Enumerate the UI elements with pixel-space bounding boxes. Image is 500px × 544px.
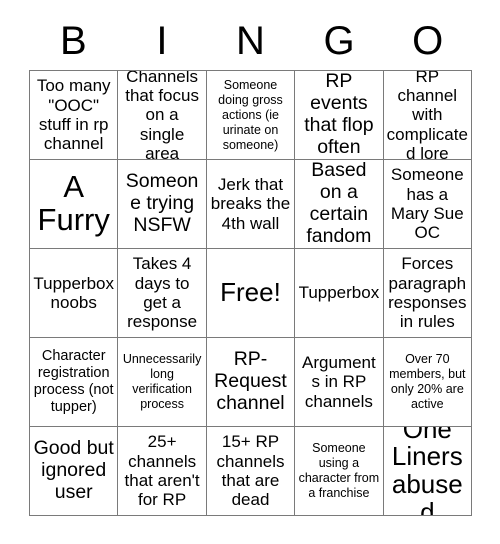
bingo-cell-label: Free! <box>220 277 281 308</box>
bingo-cell[interactable]: Channels that focus on a single area <box>118 71 207 160</box>
bingo-cell[interactable]: A Furry <box>30 160 119 249</box>
header-letter-g: G <box>323 19 355 63</box>
bingo-cell[interactable]: Jerk that breaks the 4th wall <box>206 160 296 249</box>
bingo-cell-label: Character registration process (not tupp… <box>33 348 114 415</box>
bingo-cell[interactable]: Someone doing gross actions (ie urinate … <box>206 71 296 160</box>
header-letter-i: I <box>156 19 168 63</box>
bingo-cell[interactable]: RP-Request channel <box>206 338 296 427</box>
bingo-cell-label: RP channel with complicated lore <box>386 71 468 160</box>
bingo-cell[interactable]: Someone using a character from a franchi… <box>295 427 384 516</box>
bingo-free-space[interactable]: Free! <box>206 249 296 338</box>
bingo-cell-label: Someone using a character from a franchi… <box>298 441 380 500</box>
bingo-cell-label: Over 70 members, but only 20% are active <box>389 352 466 411</box>
bingo-cell-label: RP-Request channel <box>214 348 287 414</box>
bingo-cell[interactable]: Character registration process (not tupp… <box>30 338 119 427</box>
bingo-cell-label: Forces paragraph responses in rules <box>388 254 467 332</box>
bingo-cell[interactable]: RP events that flop often <box>295 71 384 160</box>
bingo-cell-label: 25+ channels that aren't for RP <box>124 432 200 510</box>
bingo-cell[interactable]: 15+ RP channels that are dead <box>206 427 296 516</box>
bingo-cell[interactable]: 25+ channels that aren't for RP <box>118 427 207 516</box>
bingo-cell-label: Based on a certain fandom <box>306 160 372 247</box>
bingo-cell[interactable]: One Liners abused <box>383 427 472 516</box>
bingo-card: B I N G O Too many "OOC" stuff in rp cha… <box>29 0 472 516</box>
bingo-cell[interactable]: Tupperbox noobs <box>30 249 119 338</box>
bingo-cell[interactable]: Someone trying NSFW <box>118 160 207 249</box>
bingo-cell-label: Channels that focus on a single area <box>125 71 199 160</box>
bingo-header-row: B I N G O <box>29 0 472 70</box>
bingo-cell[interactable]: Too many "OOC" stuff in rp channel <box>30 71 119 160</box>
bingo-cell[interactable]: Forces paragraph responses in rules <box>383 249 472 338</box>
bingo-cell[interactable]: Good but ignored user <box>30 427 119 516</box>
bingo-cell[interactable]: RP channel with complicated lore <box>383 71 472 160</box>
bingo-cell-label: Arguments in RP channels <box>302 352 376 411</box>
header-letter-n: N <box>236 19 265 63</box>
header-letter-b: B <box>59 19 87 63</box>
bingo-cell[interactable]: Over 70 members, but only 20% are active <box>383 338 472 427</box>
bingo-cell[interactable]: Arguments in RP channels <box>295 338 384 427</box>
bingo-cell[interactable]: Unnecessarily long verification process <box>118 338 207 427</box>
bingo-cell-label: Someone doing gross actions (ie urinate … <box>218 77 283 152</box>
bingo-cell-label: Someone has a Mary Sue OC <box>390 165 464 243</box>
bingo-cell[interactable]: Takes 4 days to get a response <box>118 249 207 338</box>
bingo-cell-label: Tupperbox noobs <box>33 273 115 312</box>
bingo-cell-label: Takes 4 days to get a response <box>127 254 198 332</box>
bingo-cell-label: Tupperbox <box>298 283 380 303</box>
bingo-cell-label: Too many "OOC" stuff in rp channel <box>36 76 111 154</box>
bingo-cell[interactable]: Tupperbox <box>295 249 384 338</box>
bingo-cell-label: One Liners abused <box>391 427 463 516</box>
bingo-cell-label: 15+ RP channels that are dead <box>216 432 285 510</box>
bingo-cell-label: Good but ignored user <box>33 437 114 503</box>
bingo-cell-label: Unnecessarily long verification process <box>122 352 202 411</box>
bingo-cell[interactable]: Someone has a Mary Sue OC <box>383 160 472 249</box>
bingo-cell-label: RP events that flop often <box>304 71 374 158</box>
bingo-cell[interactable]: Based on a certain fandom <box>295 160 384 249</box>
bingo-cell-label: Someone trying NSFW <box>125 170 199 236</box>
bingo-cell-label: Jerk that breaks the 4th wall <box>210 174 291 233</box>
bingo-grid: Too many "OOC" stuff in rp channel Channe… <box>29 70 472 516</box>
bingo-cell-label: A Furry <box>37 169 110 237</box>
header-letter-o: O <box>412 19 444 63</box>
